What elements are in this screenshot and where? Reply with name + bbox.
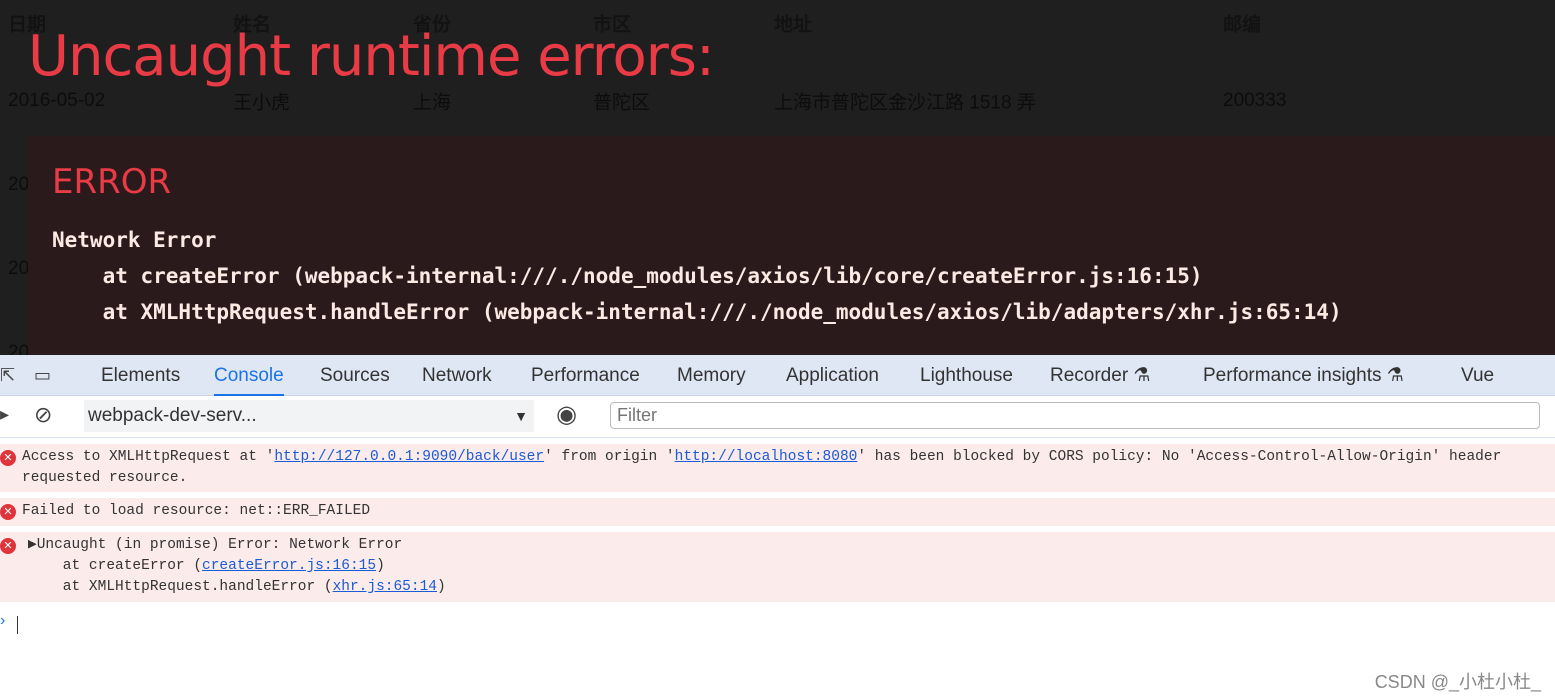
device-toolbar-icon[interactable]: ▭ (34, 365, 51, 386)
xhr-link[interactable]: xhr.js:65:14 (333, 579, 437, 595)
console-message-cors: ✕ Access to XMLHttpRequest at 'http://12… (0, 444, 1555, 492)
msg-text: requested resource. (22, 470, 188, 486)
tab-vue[interactable]: Vue (1461, 355, 1494, 396)
msg-text: ' from origin ' (544, 449, 675, 465)
error-box: ERROR Network Error at createError (webp… (28, 136, 1555, 355)
tab-memory[interactable]: Memory (677, 355, 746, 396)
console-message-uncaught[interactable]: ✕ ▶Uncaught (in promise) Error: Network … (0, 532, 1555, 602)
stack-line: at createError (webpack-internal:///./no… (52, 264, 1203, 288)
error-icon: ✕ (0, 504, 16, 520)
error-icon: ✕ (0, 450, 16, 466)
tab-performance-insights[interactable]: Performance insights ⚗ (1203, 355, 1404, 396)
console-message-failed: ✕ Failed to load resource: net::ERR_FAIL… (0, 498, 1555, 526)
msg-text: ' has been blocked by CORS policy: No 'A… (857, 449, 1502, 465)
tab-application[interactable]: Application (786, 355, 879, 396)
error-icon: ✕ (0, 538, 16, 554)
msg-text: Uncaught (in promise) Error: Network Err… (36, 537, 403, 553)
expand-triangle-icon[interactable]: ▶ (28, 537, 37, 553)
tab-recorder[interactable]: Recorder ⚗ (1050, 355, 1150, 396)
cors-url-link[interactable]: http://127.0.0.1:9090/back/user (274, 449, 544, 465)
eye-icon[interactable]: ◉ (556, 400, 577, 429)
error-heading: ERROR (52, 162, 172, 202)
clear-console-icon[interactable]: ⊘ (34, 402, 52, 428)
error-overlay: Uncaught runtime errors: ERROR Network E… (0, 0, 1555, 355)
msg-text: at XMLHttpRequest.handleError ( (28, 579, 333, 595)
filter-input[interactable] (610, 402, 1540, 429)
inspect-element-icon[interactable]: ⇱ (0, 365, 15, 386)
console-toolbar: ▸ ⊘ webpack-dev-serv... ▼ ◉ (0, 396, 1555, 438)
sidebar-toggle-icon[interactable]: ▸ (0, 404, 9, 425)
msg-text: ) (436, 579, 446, 595)
prompt-chevron-icon: › (0, 612, 6, 629)
error-message: Network Error (52, 228, 217, 252)
dropdown-arrow-icon: ▼ (514, 408, 528, 424)
overlay-title: Uncaught runtime errors: (28, 24, 715, 89)
devtools-tabbar: ⇱ ▭ Elements Console Sources Network Perform… (0, 355, 1555, 396)
tab-sources[interactable]: Sources (320, 355, 390, 396)
context-selector[interactable]: webpack-dev-serv... ▼ (84, 400, 534, 432)
msg-text: at createError ( (28, 558, 203, 574)
console-input[interactable] (17, 616, 18, 634)
tab-console[interactable]: Console (214, 355, 284, 396)
msg-text: Access to XMLHttpRequest at ' (22, 449, 275, 465)
stack-line: at XMLHttpRequest.handleError (webpack-i… (52, 300, 1342, 324)
tab-performance[interactable]: Performance (531, 355, 640, 396)
origin-link[interactable]: http://localhost:8080 (675, 449, 858, 465)
tab-lighthouse[interactable]: Lighthouse (920, 355, 1013, 396)
context-value: webpack-dev-serv... (88, 405, 257, 426)
watermark: CSDN @_小杜小杜_ (1374, 672, 1541, 692)
tab-network[interactable]: Network (422, 355, 492, 396)
tab-elements[interactable]: Elements (101, 355, 180, 396)
createError-link[interactable]: createError.js:16:15 (202, 558, 376, 574)
msg-text: Failed to load resource: net::ERR_FAILED (22, 503, 371, 519)
msg-text: ) (376, 558, 385, 574)
